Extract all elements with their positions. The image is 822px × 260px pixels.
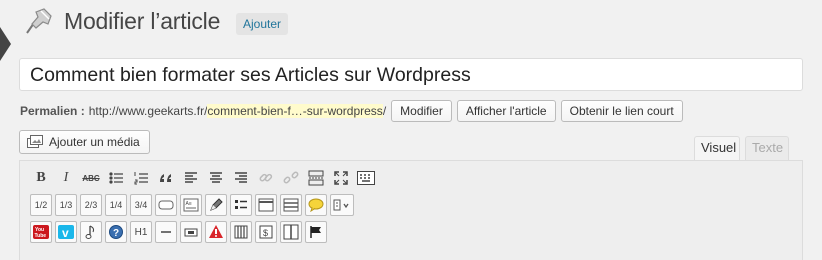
button-shortcode-button[interactable] [155, 194, 177, 216]
youtube-icon: YouTube [33, 225, 49, 239]
alert-button[interactable] [205, 221, 227, 243]
align-right-icon [235, 172, 247, 183]
columns-icon [234, 225, 248, 239]
pricing-button[interactable]: $ [255, 221, 277, 243]
svg-text:Tube: Tube [35, 233, 47, 239]
columns-button[interactable] [230, 221, 252, 243]
warning-icon [209, 225, 223, 238]
unlink-button[interactable] [280, 167, 302, 189]
vimeo-embed-button[interactable]: v [55, 221, 77, 243]
speech-bubble-button[interactable] [305, 194, 327, 216]
bullet-list-button[interactable] [105, 167, 127, 189]
permalink-slug[interactable]: comment-bien-f…-sur-wordpress [207, 104, 383, 118]
permalink-bar: Permalien : http://www.geekarts.fr/comme… [20, 99, 683, 123]
heading-box-button[interactable]: A≡ [180, 194, 202, 216]
fullscreen-icon [334, 171, 348, 185]
column-three-quarters-button[interactable]: 3/4 [130, 194, 152, 216]
speech-bubble-icon [308, 198, 324, 212]
add-media-label: Ajouter un média [49, 135, 140, 149]
dollar-icon: $ [259, 225, 273, 239]
toolbar-row-2: 1/2 1/3 2/3 1/4 3/4 A≡ [30, 194, 354, 216]
highlight-button[interactable] [205, 194, 227, 216]
tab-visual[interactable]: Visuel [694, 136, 740, 161]
button-shape-icon [158, 200, 174, 210]
insert-link-button[interactable] [255, 167, 277, 189]
permalink-label: Permalien : [20, 104, 85, 118]
editor-toolbar-area: B I ABC 1/2 1/3 2/3 1/4 3/4 A≡ You Tube … [19, 160, 803, 260]
edit-permalink-button[interactable]: Modifier [391, 100, 452, 122]
flag-icon [310, 226, 321, 238]
numbered-list-icon [134, 172, 148, 185]
fullscreen-button[interactable] [330, 167, 352, 189]
heading-1-button[interactable]: H1 [130, 221, 152, 243]
column-two-thirds-button[interactable]: 2/3 [80, 194, 102, 216]
get-shortlink-button[interactable]: Obtenir le lien court [560, 100, 683, 122]
column-third-button[interactable]: 1/3 [55, 194, 77, 216]
two-columns-icon [283, 224, 299, 240]
panel-button[interactable] [280, 194, 302, 216]
svg-text:v: v [62, 226, 69, 240]
tab-text[interactable]: Texte [745, 136, 789, 160]
quote-icon [160, 174, 171, 182]
align-center-icon [210, 172, 222, 183]
toolbar-row-3: You Tube v ? H1 $ [30, 221, 327, 243]
two-columns-button[interactable] [280, 221, 302, 243]
horizontal-rule-icon [161, 231, 171, 233]
column-quarter-button[interactable]: 1/4 [105, 194, 127, 216]
column-half-button[interactable]: 1/2 [30, 194, 52, 216]
add-media-button[interactable]: Ajouter un média [19, 130, 150, 154]
pushpin-icon [26, 8, 52, 34]
svg-text:$: $ [263, 228, 268, 238]
separator-button[interactable] [155, 221, 177, 243]
align-left-icon [185, 172, 197, 183]
link-icon [259, 173, 273, 182]
bold-button[interactable]: B [30, 167, 52, 189]
collapse-arrow-icon [0, 27, 11, 61]
read-more-button[interactable] [305, 167, 327, 189]
media-icon [27, 135, 43, 148]
align-right-button[interactable] [230, 167, 252, 189]
strikethrough-button[interactable]: ABC [80, 167, 102, 189]
pencil-icon [210, 198, 223, 211]
style-dropdown-button[interactable] [330, 194, 354, 216]
read-more-icon [308, 170, 324, 186]
tabs-icon [184, 228, 198, 237]
audio-embed-button[interactable] [80, 221, 102, 243]
list-style-button[interactable] [230, 194, 252, 216]
keyboard-icon [357, 171, 375, 185]
toolbar-toggle-button[interactable] [355, 167, 377, 189]
tabs-button[interactable] [180, 221, 202, 243]
unlink-icon [283, 171, 299, 184]
align-left-button[interactable] [180, 167, 202, 189]
permalink-base-url: http://www.geekarts.fr/ [88, 104, 208, 118]
music-note-icon [85, 225, 95, 239]
list-style-icon [235, 200, 247, 209]
numbered-list-button[interactable] [130, 167, 152, 189]
toolbar-row-1: B I ABC [30, 167, 377, 189]
italic-button[interactable]: I [55, 167, 77, 189]
add-new-button[interactable]: Ajouter [236, 13, 289, 35]
youtube-embed-button[interactable]: You Tube [30, 221, 52, 243]
blockquote-button[interactable] [155, 167, 177, 189]
svg-text:A≡: A≡ [186, 201, 192, 207]
post-title-input[interactable]: Comment bien formater ses Articles sur W… [19, 58, 803, 91]
vimeo-icon: v [58, 225, 74, 240]
style-dropdown-icon [333, 199, 349, 211]
panel-icon [283, 198, 299, 212]
svg-text:?: ? [113, 228, 119, 239]
bullet-list-icon [109, 172, 123, 184]
help-button[interactable]: ? [105, 221, 127, 243]
help-icon: ? [109, 225, 123, 239]
align-center-button[interactable] [205, 167, 227, 189]
box-icon [258, 198, 274, 212]
page-title: Modifier l’article [64, 8, 221, 34]
permalink-trailing-slash: / [382, 104, 387, 118]
heading-box-icon: A≡ [183, 198, 199, 212]
view-post-button[interactable]: Afficher l'article [456, 100, 556, 122]
box-button[interactable] [255, 194, 277, 216]
flag-button[interactable] [305, 221, 327, 243]
